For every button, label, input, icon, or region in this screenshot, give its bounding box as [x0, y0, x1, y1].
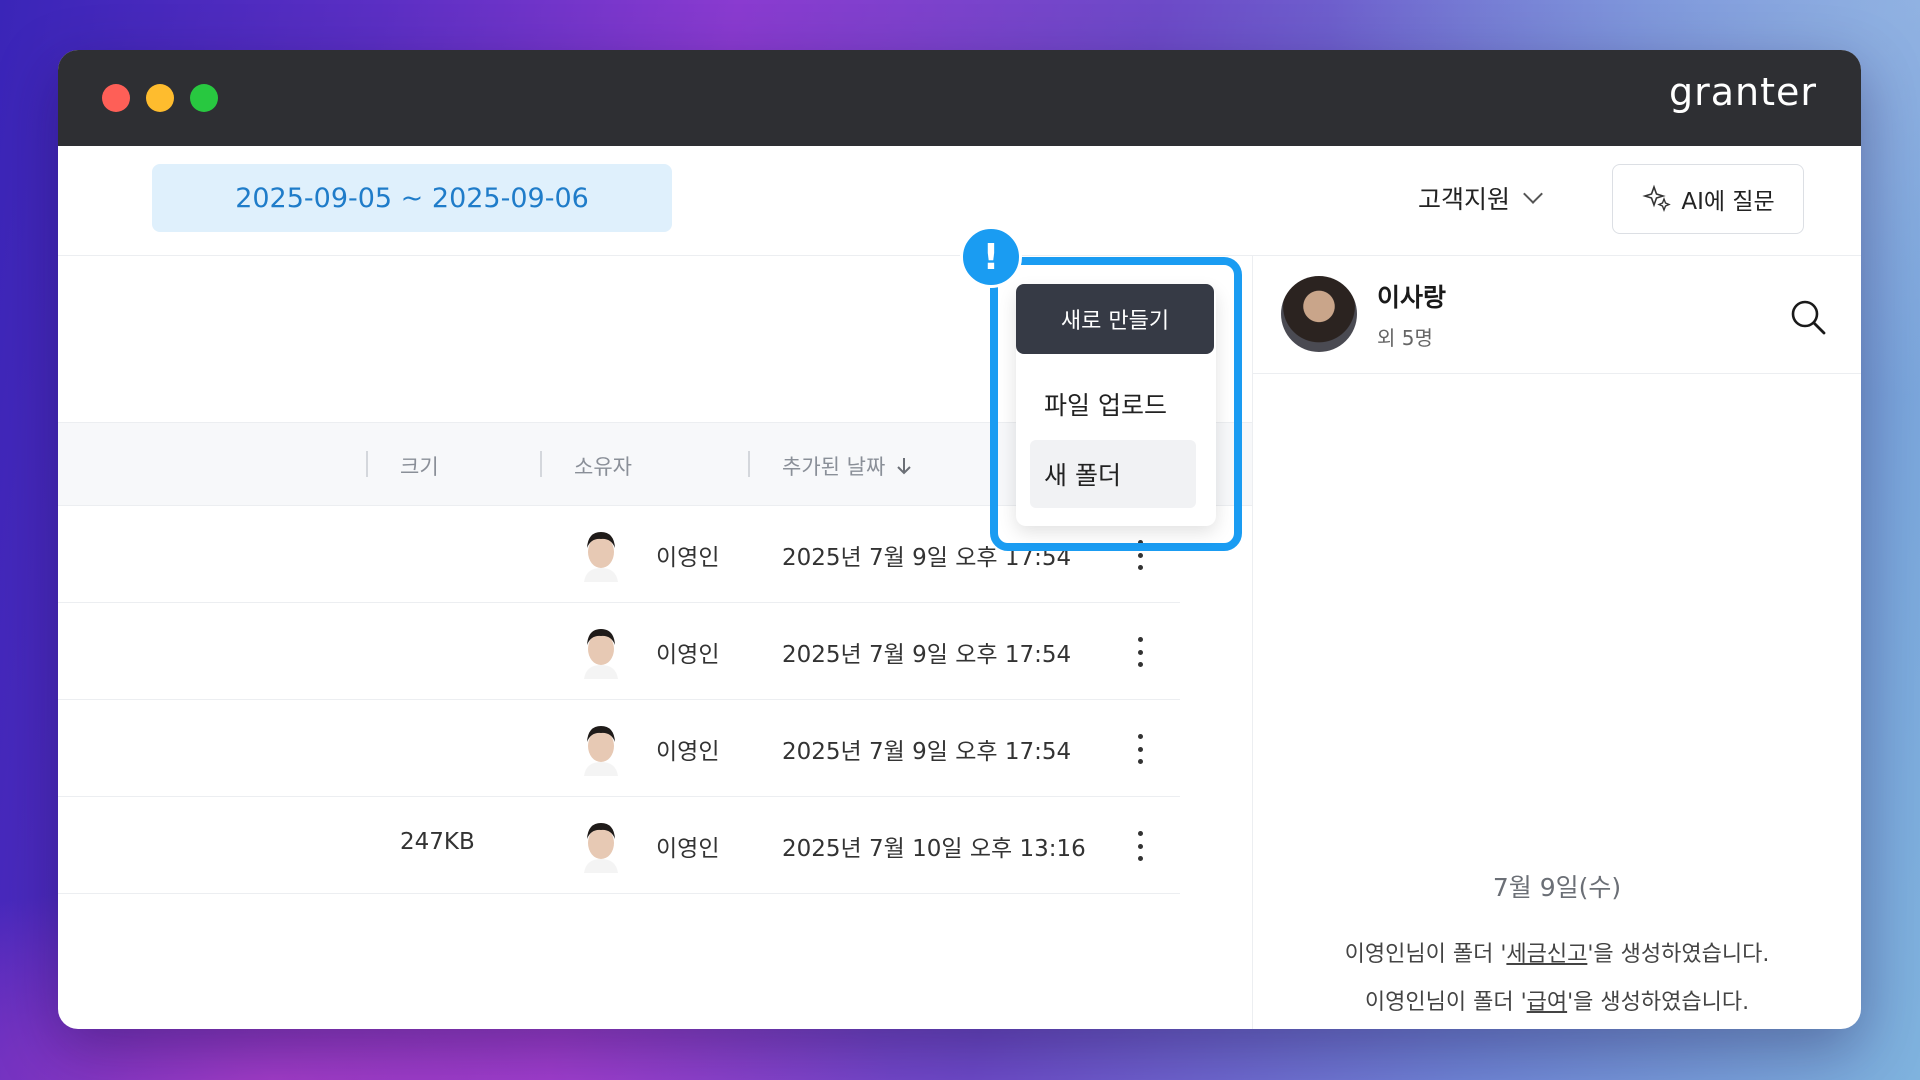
folder-link[interactable]: 급여: [1527, 990, 1567, 1015]
activity-date: 7월 9일(수): [1492, 873, 1622, 902]
member-count[interactable]: 외 5명: [1377, 322, 1433, 351]
date-added: 2025년 7월 9일 오후 17:54: [782, 739, 1072, 765]
search-icon[interactable]: [1789, 298, 1827, 336]
owner-avatar: [584, 726, 618, 776]
column-divider[interactable]: [748, 451, 750, 477]
owner-name: 이영인: [656, 739, 720, 765]
activity-text: 이영인님이 폴더 ': [1344, 942, 1507, 967]
date-added: 2025년 7월 9일 오후 17:54: [782, 642, 1072, 668]
create-new-button[interactable]: 새로 만들기: [1016, 284, 1214, 354]
sparkle-icon: [1642, 184, 1672, 212]
app-window: granter 2025-09-05 ~ 2025-09-06 고객지원 AI에…: [58, 50, 1861, 1029]
activity-panel: 이사랑 외 5명 7월 9일(수) 이영인님이 폴더 '세금신고'을 생성하였습…: [1253, 256, 1861, 1029]
column-date-added[interactable]: 추가된 날짜: [782, 451, 913, 481]
support-dropdown[interactable]: 고객지원: [1418, 174, 1543, 222]
sort-arrow-down-icon: [897, 458, 911, 475]
date-range-picker[interactable]: 2025-09-05 ~ 2025-09-06: [152, 164, 672, 232]
more-options-icon[interactable]: [1130, 827, 1150, 865]
owner-name: 이영인: [656, 642, 720, 668]
more-options-icon[interactable]: [1130, 633, 1150, 671]
close-window-button[interactable]: [102, 84, 130, 112]
ask-ai-label: AI에 질문: [1681, 189, 1775, 215]
column-size[interactable]: 크기: [400, 451, 439, 481]
ask-ai-button[interactable]: AI에 질문: [1612, 164, 1804, 234]
brand-logo: granter: [1668, 70, 1817, 114]
folder-link[interactable]: 세금신고: [1506, 942, 1587, 967]
column-divider[interactable]: [366, 451, 368, 477]
owner-avatar: [584, 532, 618, 582]
table-row[interactable]: 이영인 2025년 7월 9일 오후 17:54: [58, 700, 1180, 797]
member-name: 이사랑: [1377, 283, 1447, 312]
activity-item: 이영인님이 폴더 '급여'을 생성하였습니다.: [1253, 984, 1861, 1016]
top-toolbar: 2025-09-05 ~ 2025-09-06 고객지원 AI에 질문: [58, 146, 1861, 256]
menu-item-new-folder[interactable]: 새 폴더: [1030, 440, 1196, 508]
owner-avatar: [584, 823, 618, 873]
column-date-added-label: 추가된 날짜: [782, 455, 886, 479]
menu-item-file-upload[interactable]: 파일 업로드: [1030, 370, 1196, 438]
owner-name: 이영인: [656, 545, 720, 571]
file-size: 247KB: [400, 829, 475, 855]
activity-text: 이영인님이 폴더 ': [1364, 990, 1527, 1015]
title-bar: granter: [58, 50, 1861, 146]
more-options-icon[interactable]: [1130, 730, 1150, 768]
maximize-window-button[interactable]: [190, 84, 218, 112]
member-avatar: [1281, 276, 1357, 352]
table-row[interactable]: 247KB 이영인 2025년 7월 10일 오후 13:16: [58, 797, 1180, 894]
owner-avatar: [584, 629, 618, 679]
owner-name: 이영인: [656, 836, 720, 862]
activity-text: '을 생성하였습니다.: [1587, 942, 1770, 967]
date-added: 2025년 7월 10일 오후 13:16: [782, 836, 1086, 862]
column-divider[interactable]: [540, 451, 542, 477]
minimize-window-button[interactable]: [146, 84, 174, 112]
table-row[interactable]: 이영인 2025년 7월 9일 오후 17:54: [58, 603, 1180, 700]
panel-header: 이사랑 외 5명: [1253, 256, 1861, 374]
column-owner[interactable]: 소유자: [574, 451, 632, 481]
chevron-down-icon: [1523, 184, 1543, 204]
alert-badge-icon: !: [960, 226, 1022, 288]
activity-item: 이영인님이 폴더 '세금신고'을 생성하였습니다.: [1253, 936, 1861, 968]
activity-text: '을 생성하였습니다.: [1567, 990, 1750, 1015]
support-label: 고객지원: [1418, 185, 1511, 214]
